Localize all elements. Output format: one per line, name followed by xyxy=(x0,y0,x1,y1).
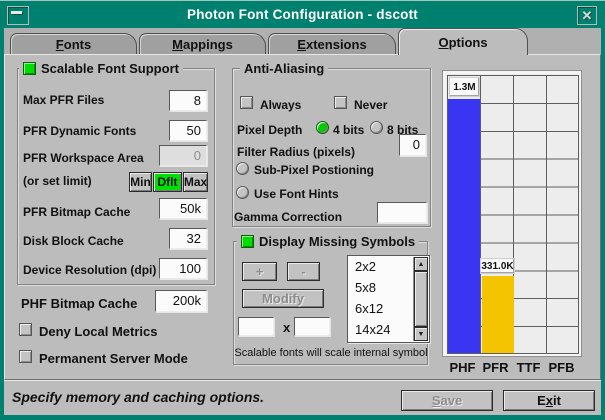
status-message: Specify memory and caching options. xyxy=(12,389,264,405)
device-resolution-label: Device Resolution (dpi) xyxy=(23,263,156,277)
device-resolution-field[interactable]: 100 xyxy=(159,258,207,279)
symbol-size-list[interactable]: 2x2 5x8 6x12 14x24 ▲ ▼ xyxy=(347,255,430,343)
close-icon: ✕ xyxy=(578,8,596,24)
options-panel: Scalable Font Support Max PFR Files 8 PF… xyxy=(4,54,601,380)
symbol-add-button[interactable]: + xyxy=(242,262,277,281)
symbol-modify-button[interactable]: Modify xyxy=(242,289,324,308)
anti-aliasing-title: Anti-Aliasing xyxy=(240,60,328,76)
use-font-hints-radio[interactable] xyxy=(236,186,249,199)
chart-value-label-pfr: 331.0K xyxy=(480,258,515,274)
symbol-size-separator: x xyxy=(283,320,290,335)
minimize-button[interactable] xyxy=(7,6,29,25)
phf-bitmap-cache-field[interactable]: 200k xyxy=(155,290,207,312)
gamma-correction-field[interactable] xyxy=(377,202,427,223)
minimize-icon xyxy=(11,11,22,14)
disk-block-cache-field[interactable]: 32 xyxy=(169,228,207,249)
set-limit-label: (or set limit) xyxy=(23,174,92,188)
pixel-depth-label: Pixel Depth xyxy=(237,123,302,137)
symbol-height-field[interactable] xyxy=(294,317,330,336)
chart-category-axis: PHF PFR TTF PFB xyxy=(446,360,578,375)
missing-symbols-caption: Scalable fonts will scale internal symbo… xyxy=(234,347,428,359)
tab-extensions[interactable]: Extensions xyxy=(268,33,396,54)
save-button[interactable]: Save xyxy=(401,390,493,411)
pfr-dynamic-fonts-label: PFR Dynamic Fonts xyxy=(23,124,136,138)
pixel-depth-4bits-label: 4 bits xyxy=(333,123,364,137)
titlebar: Photon Font Configuration - dscott ✕ xyxy=(4,4,601,28)
pixel-depth-8bits-radio[interactable] xyxy=(370,121,383,134)
font-cache-chart: 1.3M 331.0K xyxy=(442,70,582,357)
gamma-correction-label: Gamma Correction xyxy=(234,210,342,224)
symbol-remove-button[interactable]: - xyxy=(287,262,320,281)
permanent-server-mode-checkbox[interactable] xyxy=(19,350,32,363)
chart-bar-pfr xyxy=(482,276,514,353)
photon-font-configuration-window: Photon Font Configuration - dscott ✕ Fon… xyxy=(0,0,605,420)
scalable-font-support-checkbox[interactable] xyxy=(23,62,36,75)
aa-always-checkbox[interactable] xyxy=(240,96,253,109)
pfr-dynamic-fonts-field[interactable]: 50 xyxy=(169,120,207,141)
chart-category-pfr: PFR xyxy=(479,360,512,375)
aa-never-checkbox[interactable] xyxy=(334,96,347,109)
filter-radius-field[interactable]: 0 xyxy=(399,134,426,156)
close-button[interactable]: ✕ xyxy=(577,6,597,25)
chart-category-ttf: TTF xyxy=(512,360,545,375)
window-title: Photon Font Configuration - dscott xyxy=(34,7,571,22)
max-pfr-files-label: Max PFR Files xyxy=(23,93,104,107)
chart-value-label-phf: 1.3M xyxy=(449,77,480,97)
pixel-depth-4bits-radio[interactable] xyxy=(316,121,329,134)
deny-local-metrics-checkbox[interactable] xyxy=(19,323,32,336)
scroll-up-icon[interactable]: ▲ xyxy=(414,257,428,271)
phf-bitmap-cache-label: PHF Bitmap Cache xyxy=(21,296,137,311)
aa-never-label: Never xyxy=(354,98,387,112)
chart-plot-area: 1.3M 331.0K xyxy=(447,75,579,354)
list-scrollbar[interactable]: ▲ ▼ xyxy=(413,257,428,341)
pfr-bitmap-cache-label: PFR Bitmap Cache xyxy=(23,205,130,219)
limit-min-button[interactable]: Min xyxy=(129,172,152,192)
chart-category-phf: PHF xyxy=(446,360,479,375)
pfr-bitmap-cache-field[interactable]: 50k xyxy=(159,198,207,219)
pfr-workspace-area-field[interactable]: 0 xyxy=(159,145,207,166)
scalable-font-support-title: Scalable Font Support xyxy=(19,60,183,76)
exit-button[interactable]: Exit xyxy=(503,390,595,411)
missing-symbols-checkbox[interactable] xyxy=(241,235,254,248)
use-font-hints-label: Use Font Hints xyxy=(254,187,339,201)
symbol-width-field[interactable] xyxy=(238,317,274,336)
aa-always-label: Always xyxy=(260,98,301,112)
filter-radius-label: Filter Radius (pixels) xyxy=(237,145,355,159)
permanent-server-mode-label: Permanent Server Mode xyxy=(39,351,188,366)
max-pfr-files-field[interactable]: 8 xyxy=(169,90,207,111)
tab-bar: Fonts Mappings Extensions Options xyxy=(4,28,601,54)
missing-symbols-title: Display Missing Symbols xyxy=(237,233,419,249)
limit-dflt-button[interactable]: Dflt xyxy=(153,172,182,192)
tab-mappings[interactable]: Mappings xyxy=(139,33,266,54)
tab-options[interactable]: Options xyxy=(398,28,528,55)
tab-fonts[interactable]: Fonts xyxy=(10,33,137,54)
pfr-workspace-area-label: PFR Workspace Area xyxy=(23,151,144,165)
scroll-down-icon[interactable]: ▼ xyxy=(414,327,428,341)
disk-block-cache-label: Disk Block Cache xyxy=(23,234,124,248)
deny-local-metrics-label: Deny Local Metrics xyxy=(39,324,158,339)
scrollbar-thumb[interactable] xyxy=(414,271,428,327)
chart-category-pfb: PFB xyxy=(545,360,578,375)
limit-max-button[interactable]: Max xyxy=(183,172,208,192)
sub-pixel-radio[interactable] xyxy=(236,162,249,175)
status-bar: Specify memory and caching options. Save… xyxy=(4,380,601,415)
chart-bar-phf xyxy=(448,99,480,353)
sub-pixel-label: Sub-Pixel Postioning xyxy=(254,163,374,177)
